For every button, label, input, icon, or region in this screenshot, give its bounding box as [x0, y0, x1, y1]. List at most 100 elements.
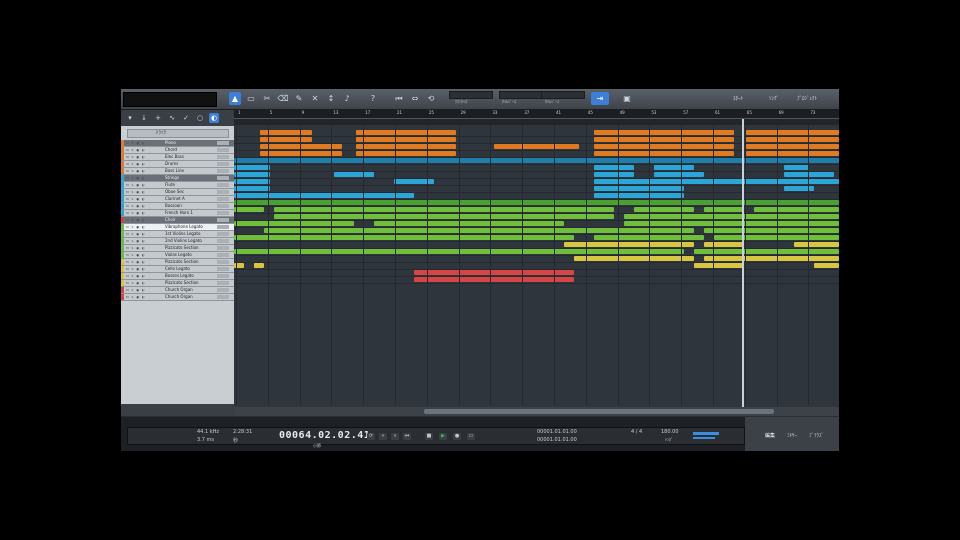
- timebase-select[interactable]: [499, 91, 543, 99]
- event-clip[interactable]: [704, 207, 744, 212]
- split-tool-icon[interactable]: ✂: [261, 92, 273, 105]
- tempo-value[interactable]: 180.00: [661, 429, 679, 435]
- track-header[interactable]: M S ● ◐ Church Organ: [121, 294, 234, 301]
- track-header[interactable]: M S ● ◐ French Horn 1: [121, 210, 234, 217]
- fast-forward-icon[interactable]: »: [391, 433, 399, 440]
- event-clip[interactable]: [794, 242, 839, 247]
- event-clip[interactable]: [624, 221, 839, 226]
- automation-icon[interactable]: ∿: [167, 113, 177, 123]
- track-lane[interactable]: [234, 151, 839, 158]
- range-tool-icon[interactable]: ▭: [245, 92, 257, 105]
- track-buttons[interactable]: M S ● ◐: [126, 281, 154, 285]
- event-clip[interactable]: [564, 242, 694, 247]
- add-track-icon[interactable]: +: [153, 113, 163, 123]
- stop-icon[interactable]: ■: [425, 433, 433, 440]
- track-lane[interactable]: [234, 165, 839, 172]
- project-tab[interactable]: ﾌﾟﾛｼﾞｪｸﾄ: [797, 95, 817, 102]
- track-buttons[interactable]: M S ● ◐: [126, 239, 154, 243]
- track-buttons[interactable]: M S ● ◐: [126, 225, 154, 229]
- event-clip[interactable]: [746, 137, 839, 142]
- quantize-mode-select[interactable]: [449, 91, 493, 99]
- track-header[interactable]: M S ● ◐ Flute: [121, 182, 234, 189]
- track-lane[interactable]: [234, 221, 839, 228]
- event-clip[interactable]: [234, 207, 264, 212]
- track-buttons[interactable]: M S ● ◐: [126, 246, 154, 250]
- record-button-icon[interactable]: ●: [453, 433, 461, 440]
- event-clip[interactable]: [234, 158, 839, 163]
- event-clip[interactable]: [624, 214, 839, 219]
- track-header[interactable]: M S ● ◐ Strings: [121, 175, 234, 182]
- track-header[interactable]: M S ● ◐ Oboe Sec: [121, 189, 234, 196]
- track-buttons[interactable]: M S ● ◐: [126, 148, 154, 152]
- track-lane[interactable]: [234, 249, 839, 256]
- bend-tool-icon[interactable]: ↕: [325, 92, 337, 105]
- paint-tool-icon[interactable]: ✎: [293, 92, 305, 105]
- timeline-ruler[interactable]: 1 5 9 13 17 21 25 29 33 37 41 45 49 53 57 61 65 69 73: [234, 110, 839, 119]
- track-lane[interactable]: [234, 263, 839, 270]
- nudge-icon[interactable]: ⇔: [409, 92, 421, 105]
- metronome-icon[interactable]: ▭: [467, 433, 475, 440]
- browse-view-button[interactable]: ﾌﾞﾗｳｽﾞ: [809, 432, 824, 439]
- event-clip[interactable]: [234, 193, 414, 198]
- track-lane[interactable]: [234, 186, 839, 193]
- record-icon[interactable]: ○: [195, 113, 205, 123]
- track-lane[interactable]: [234, 172, 839, 179]
- erase-tool-icon[interactable]: ⌫: [277, 92, 289, 105]
- track-lane[interactable]: [234, 200, 839, 207]
- track-header[interactable]: M S ● ◐ Chord: [121, 147, 234, 154]
- event-clip[interactable]: [234, 165, 270, 170]
- track-buttons[interactable]: M S ● ◐: [126, 141, 154, 145]
- event-clip[interactable]: [234, 221, 354, 226]
- mixer-view-button[interactable]: ﾐｷｻｰ: [787, 432, 797, 439]
- event-clip[interactable]: [704, 242, 744, 247]
- down-arrow-icon[interactable]: ↓: [139, 113, 149, 123]
- loop-icon[interactable]: ⟳: [367, 433, 375, 440]
- event-clip[interactable]: [754, 207, 839, 212]
- track-buttons[interactable]: M S ● ◐: [126, 232, 154, 236]
- event-clip[interactable]: [356, 137, 456, 142]
- event-clip[interactable]: [654, 165, 694, 170]
- listen-tool-icon[interactable]: ♪: [341, 92, 353, 105]
- event-clip[interactable]: [746, 151, 839, 156]
- event-clip[interactable]: [234, 172, 270, 177]
- track-buttons[interactable]: M S ● ◐: [126, 169, 154, 173]
- track-buttons[interactable]: M S ● ◐: [126, 274, 154, 278]
- event-clip[interactable]: [704, 256, 839, 261]
- event-clip[interactable]: [746, 130, 839, 135]
- track-buttons[interactable]: M S ● ◐: [126, 155, 154, 159]
- track-header[interactable]: M S ● ◐ Pizzicato Section: [121, 280, 234, 287]
- track-header[interactable]: M S ● ◐ 1st Violins Legato: [121, 231, 234, 238]
- song-tab[interactable]: ｿﾝｸﾞ: [769, 95, 779, 102]
- event-clip[interactable]: [814, 263, 839, 268]
- track-header[interactable]: M S ● ◐ Choir: [121, 217, 234, 224]
- event-clip[interactable]: [414, 277, 574, 282]
- mute-tool-icon[interactable]: ✕: [309, 92, 321, 105]
- track-buttons[interactable]: M S ● ◐: [126, 183, 154, 187]
- track-lane[interactable]: [234, 277, 839, 284]
- event-clip[interactable]: [694, 249, 839, 254]
- playhead-cursor[interactable]: [742, 119, 744, 409]
- track-lane[interactable]: [234, 130, 839, 137]
- track-lanes[interactable]: [234, 125, 839, 405]
- check-icon[interactable]: ✓: [181, 113, 191, 123]
- track-header[interactable]: M S ● ◐ Piano: [121, 140, 234, 147]
- horizontal-scrollbar[interactable]: [234, 407, 839, 416]
- track-buttons[interactable]: M S ● ◐: [126, 204, 154, 208]
- track-lane[interactable]: [234, 242, 839, 249]
- snap-toggle-icon[interactable]: ⇥: [591, 92, 609, 105]
- track-lane[interactable]: [234, 158, 839, 165]
- event-clip[interactable]: [414, 270, 574, 275]
- monitor-icon[interactable]: ◐: [209, 113, 219, 123]
- track-header[interactable]: M S ● ◐ Church Organ: [121, 287, 234, 294]
- track-buttons[interactable]: M S ● ◐: [126, 190, 154, 194]
- track-header[interactable]: M S ● ◐ Clarinet A: [121, 196, 234, 203]
- track-buttons[interactable]: M S ● ◐: [126, 218, 154, 222]
- track-header[interactable]: M S ● ◐ Bass Line: [121, 168, 234, 175]
- event-clip[interactable]: [260, 144, 342, 149]
- scrollbar-thumb[interactable]: [424, 409, 774, 414]
- loop-end[interactable]: 00001.01.01.00: [537, 437, 577, 443]
- event-clip[interactable]: [374, 221, 564, 226]
- back-to-start-icon[interactable]: ⏮: [403, 433, 411, 440]
- track-header[interactable]: M S ● ◐ Basses Legato: [121, 273, 234, 280]
- skip-back-icon[interactable]: ⏮: [393, 92, 405, 105]
